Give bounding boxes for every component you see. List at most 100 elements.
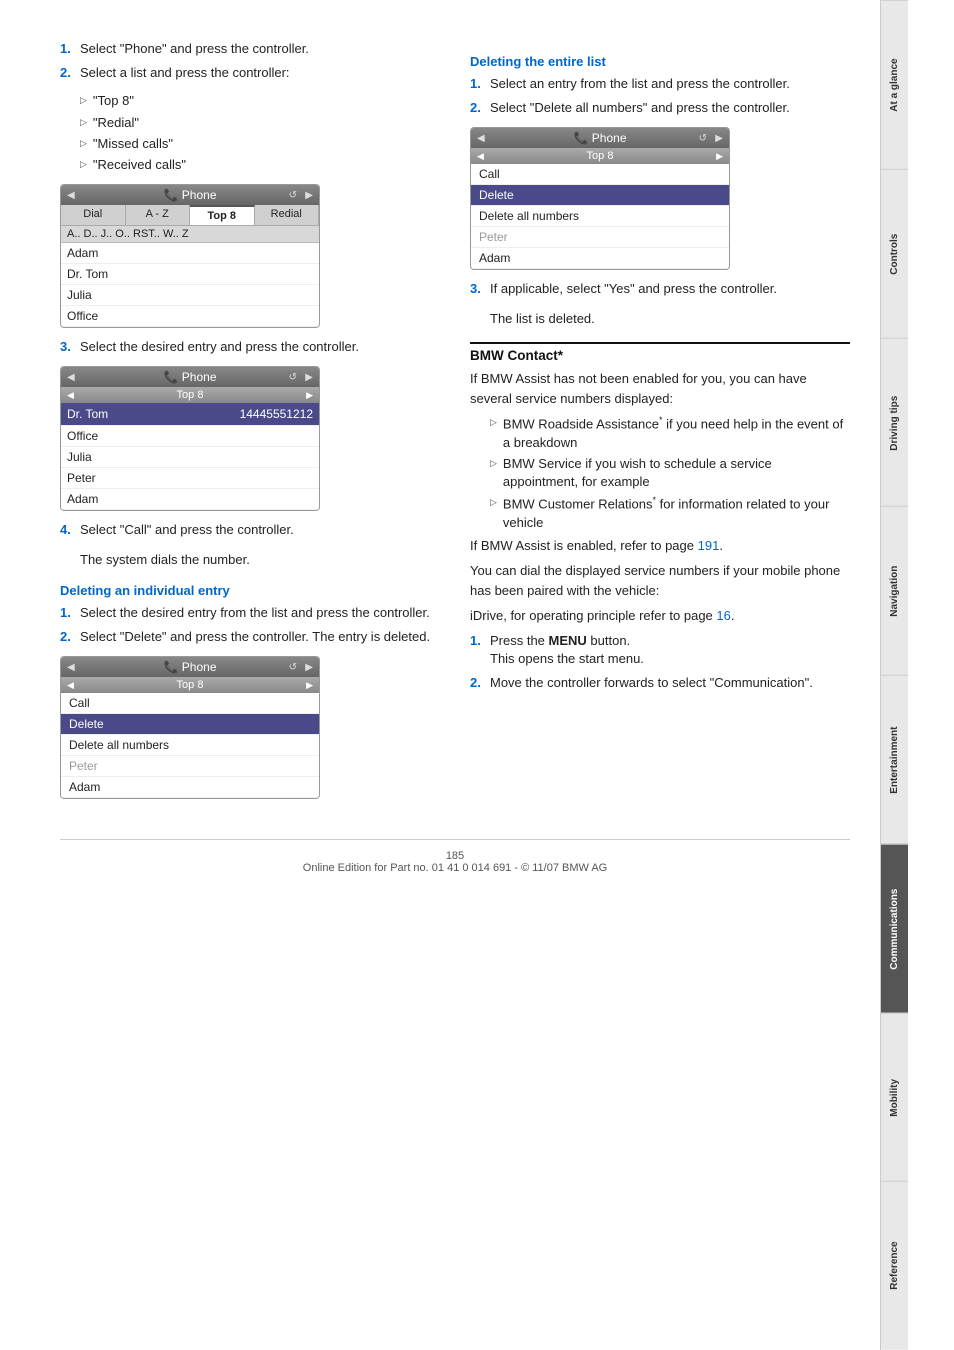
bullet-missed: ▷"Missed calls"	[80, 135, 440, 153]
phone-header-4: ◀ 📞 Phone ↺ ▶	[471, 128, 729, 148]
del-entire-2-text: Select "Delete all numbers" and press th…	[490, 99, 790, 117]
del-ind-2-num: 2.	[60, 628, 74, 646]
step-2-text: Select a list and press the controller:	[80, 64, 290, 82]
phone-row-drtom[interactable]: Dr. Tom	[61, 264, 319, 285]
del-ind-step-2: 2. Select "Delete" and press the control…	[60, 628, 440, 646]
menu4-delete-all[interactable]: Delete all numbers	[471, 206, 729, 227]
step-1-num: 1.	[60, 40, 74, 58]
tab-dial[interactable]: Dial	[61, 205, 126, 225]
menu-bold: MENU	[549, 633, 587, 648]
phone-icon-3: 📞	[164, 660, 179, 674]
phone-row-office2[interactable]: Office	[61, 426, 319, 447]
phone-ui-1: ◀ 📞 Phone ↺ ▶ Dial A - Z Top 8 Redial A.…	[60, 184, 320, 328]
phone-row-julia2[interactable]: Julia	[61, 447, 319, 468]
left-arrow-icon-2: ◀	[67, 372, 75, 383]
left-arrow-icon: ◀	[67, 190, 75, 201]
tri-icon-2: ▷	[80, 116, 87, 129]
sidebar-tab-navigation[interactable]: Navigation	[881, 506, 908, 675]
right-step-3-num: 3.	[470, 280, 484, 298]
page-footer: 185 Online Edition for Part no. 01 41 0 …	[60, 839, 850, 874]
tri-roadside: ▷	[490, 416, 497, 429]
sub-left-arrow: ◀	[67, 390, 74, 401]
right-column: Deleting the entire list 1. Select an en…	[470, 40, 850, 809]
del-ind-2-text: Select "Delete" and press the controller…	[80, 628, 430, 646]
del-entire-1-num: 1.	[470, 75, 484, 93]
menu-adam: Adam	[61, 777, 319, 798]
step-1-text: Select "Phone" and press the controller.	[80, 40, 309, 58]
phone-header-2: ◀ 📞 Phone ↺ ▶	[61, 367, 319, 387]
phone-icon-4: 📞	[574, 131, 589, 145]
phone-ui-2: ◀ 📞 Phone ↺ ▶ ◀ Top 8 ▶ Dr. Tom 14445551…	[60, 366, 320, 511]
tab-redial[interactable]: Redial	[255, 205, 320, 225]
bullet-top8: ▷"Top 8"	[80, 92, 440, 110]
left-arrow-icon-4: ◀	[477, 133, 485, 144]
assist-note: If BMW Assist is enabled, refer to page …	[470, 536, 850, 556]
step-2-num: 2.	[60, 64, 74, 82]
idrive-page-link[interactable]: 16	[716, 608, 730, 623]
tri-service: ▷	[490, 457, 497, 470]
right-arrow-icon-3: ▶	[305, 662, 313, 673]
step-4: 4. Select "Call" and press the controlle…	[60, 521, 440, 539]
bullet-service-text: BMW Service if you wish to schedule a se…	[503, 455, 850, 491]
final-step-2-text: Move the controller forwards to select "…	[490, 674, 813, 692]
phone-row-office[interactable]: Office	[61, 306, 319, 327]
phone-row-peter[interactable]: Peter	[61, 468, 319, 489]
menu4-delete[interactable]: Delete	[471, 185, 729, 206]
phone-tabs-1: Dial A - Z Top 8 Redial	[61, 205, 319, 226]
sidebar-tab-entertainment[interactable]: Entertainment	[881, 675, 908, 844]
assist-page-link[interactable]: 191	[698, 538, 720, 553]
phone-subheader-3: ◀ Top 8 ▶	[61, 677, 319, 693]
step-3-num: 3.	[60, 338, 74, 356]
refresh-icon-4: ↺	[699, 133, 707, 144]
del-ind-1-text: Select the desired entry from the list a…	[80, 604, 430, 622]
sidebar-tab-controls[interactable]: Controls	[881, 169, 908, 338]
left-arrow-icon-3: ◀	[67, 662, 75, 673]
bullet-roadside-text: BMW Roadside Assistance* if you need hel…	[503, 414, 850, 452]
steps-top: 1. Select "Phone" and press the controll…	[60, 40, 440, 82]
bmw-contact-bullets: ▷ BMW Roadside Assistance* if you need h…	[490, 414, 850, 532]
step-4-list: 4. Select "Call" and press the controlle…	[60, 521, 440, 539]
tri-customer: ▷	[490, 496, 497, 509]
refresh-icon-3: ↺	[289, 662, 297, 673]
tab-letters: A.. D.. J.. O.. RST.. W.. Z	[61, 226, 319, 243]
sub-right-arrow-3: ▶	[306, 680, 313, 691]
tab-top8[interactable]: Top 8	[190, 205, 255, 225]
del-entire-steps: 1. Select an entry from the list and pre…	[470, 75, 850, 117]
dial-note: You can dial the displayed service numbe…	[470, 561, 850, 600]
bullet-received: ▷"Received calls"	[80, 156, 440, 174]
step-1: 1. Select "Phone" and press the controll…	[60, 40, 440, 58]
bullet-service: ▷ BMW Service if you wish to schedule a …	[490, 455, 850, 491]
del-ind-1-num: 1.	[60, 604, 74, 622]
sidebar-tab-mobility[interactable]: Mobility	[881, 1013, 908, 1182]
sidebar-tab-communications[interactable]: Communications	[881, 844, 908, 1013]
sub-right-arrow: ▶	[306, 390, 313, 401]
bullet-redial: ▷"Redial"	[80, 114, 440, 132]
phone-selected-row[interactable]: Dr. Tom 14445551212	[61, 403, 319, 426]
menu4-call[interactable]: Call	[471, 164, 729, 185]
sidebar-tab-driving-tips[interactable]: Driving tips	[881, 338, 908, 507]
bullet-roadside: ▷ BMW Roadside Assistance* if you need h…	[490, 414, 850, 452]
right-arrow-icon-2: ▶	[305, 372, 313, 383]
tab-az[interactable]: A - Z	[126, 205, 191, 225]
right-step-3-text: If applicable, select "Yes" and press th…	[490, 280, 777, 298]
final-step-1: 1. Press the MENU button. This opens the…	[470, 632, 850, 668]
bmw-contact-heading: BMW Contact*	[470, 342, 850, 363]
sub-right-arrow-4: ▶	[716, 151, 723, 162]
right-step-3: 3. If applicable, select "Yes" and press…	[470, 280, 850, 298]
deleting-entire-heading: Deleting the entire list	[470, 54, 850, 69]
final-step-2-num: 2.	[470, 674, 484, 692]
menu-call[interactable]: Call	[61, 693, 319, 714]
phone-row-adam2[interactable]: Adam	[61, 489, 319, 510]
phone-selected-num: 14445551212	[240, 407, 313, 421]
del-entire-1-text: Select an entry from the list and press …	[490, 75, 790, 93]
sidebar-tab-reference[interactable]: Reference	[881, 1181, 908, 1350]
tri-icon-4: ▷	[80, 158, 87, 171]
sidebar-tab-at-a-glance[interactable]: At a glance	[881, 0, 908, 169]
phone-row-julia[interactable]: Julia	[61, 285, 319, 306]
step-4-num: 4.	[60, 521, 74, 539]
menu-delete-all[interactable]: Delete all numbers	[61, 735, 319, 756]
sidebar-tabs: At a glanceControlsDriving tipsNavigatio…	[880, 0, 908, 1350]
menu-delete[interactable]: Delete	[61, 714, 319, 735]
phone-row-adam[interactable]: Adam	[61, 243, 319, 264]
left-column: 1. Select "Phone" and press the controll…	[60, 40, 440, 809]
